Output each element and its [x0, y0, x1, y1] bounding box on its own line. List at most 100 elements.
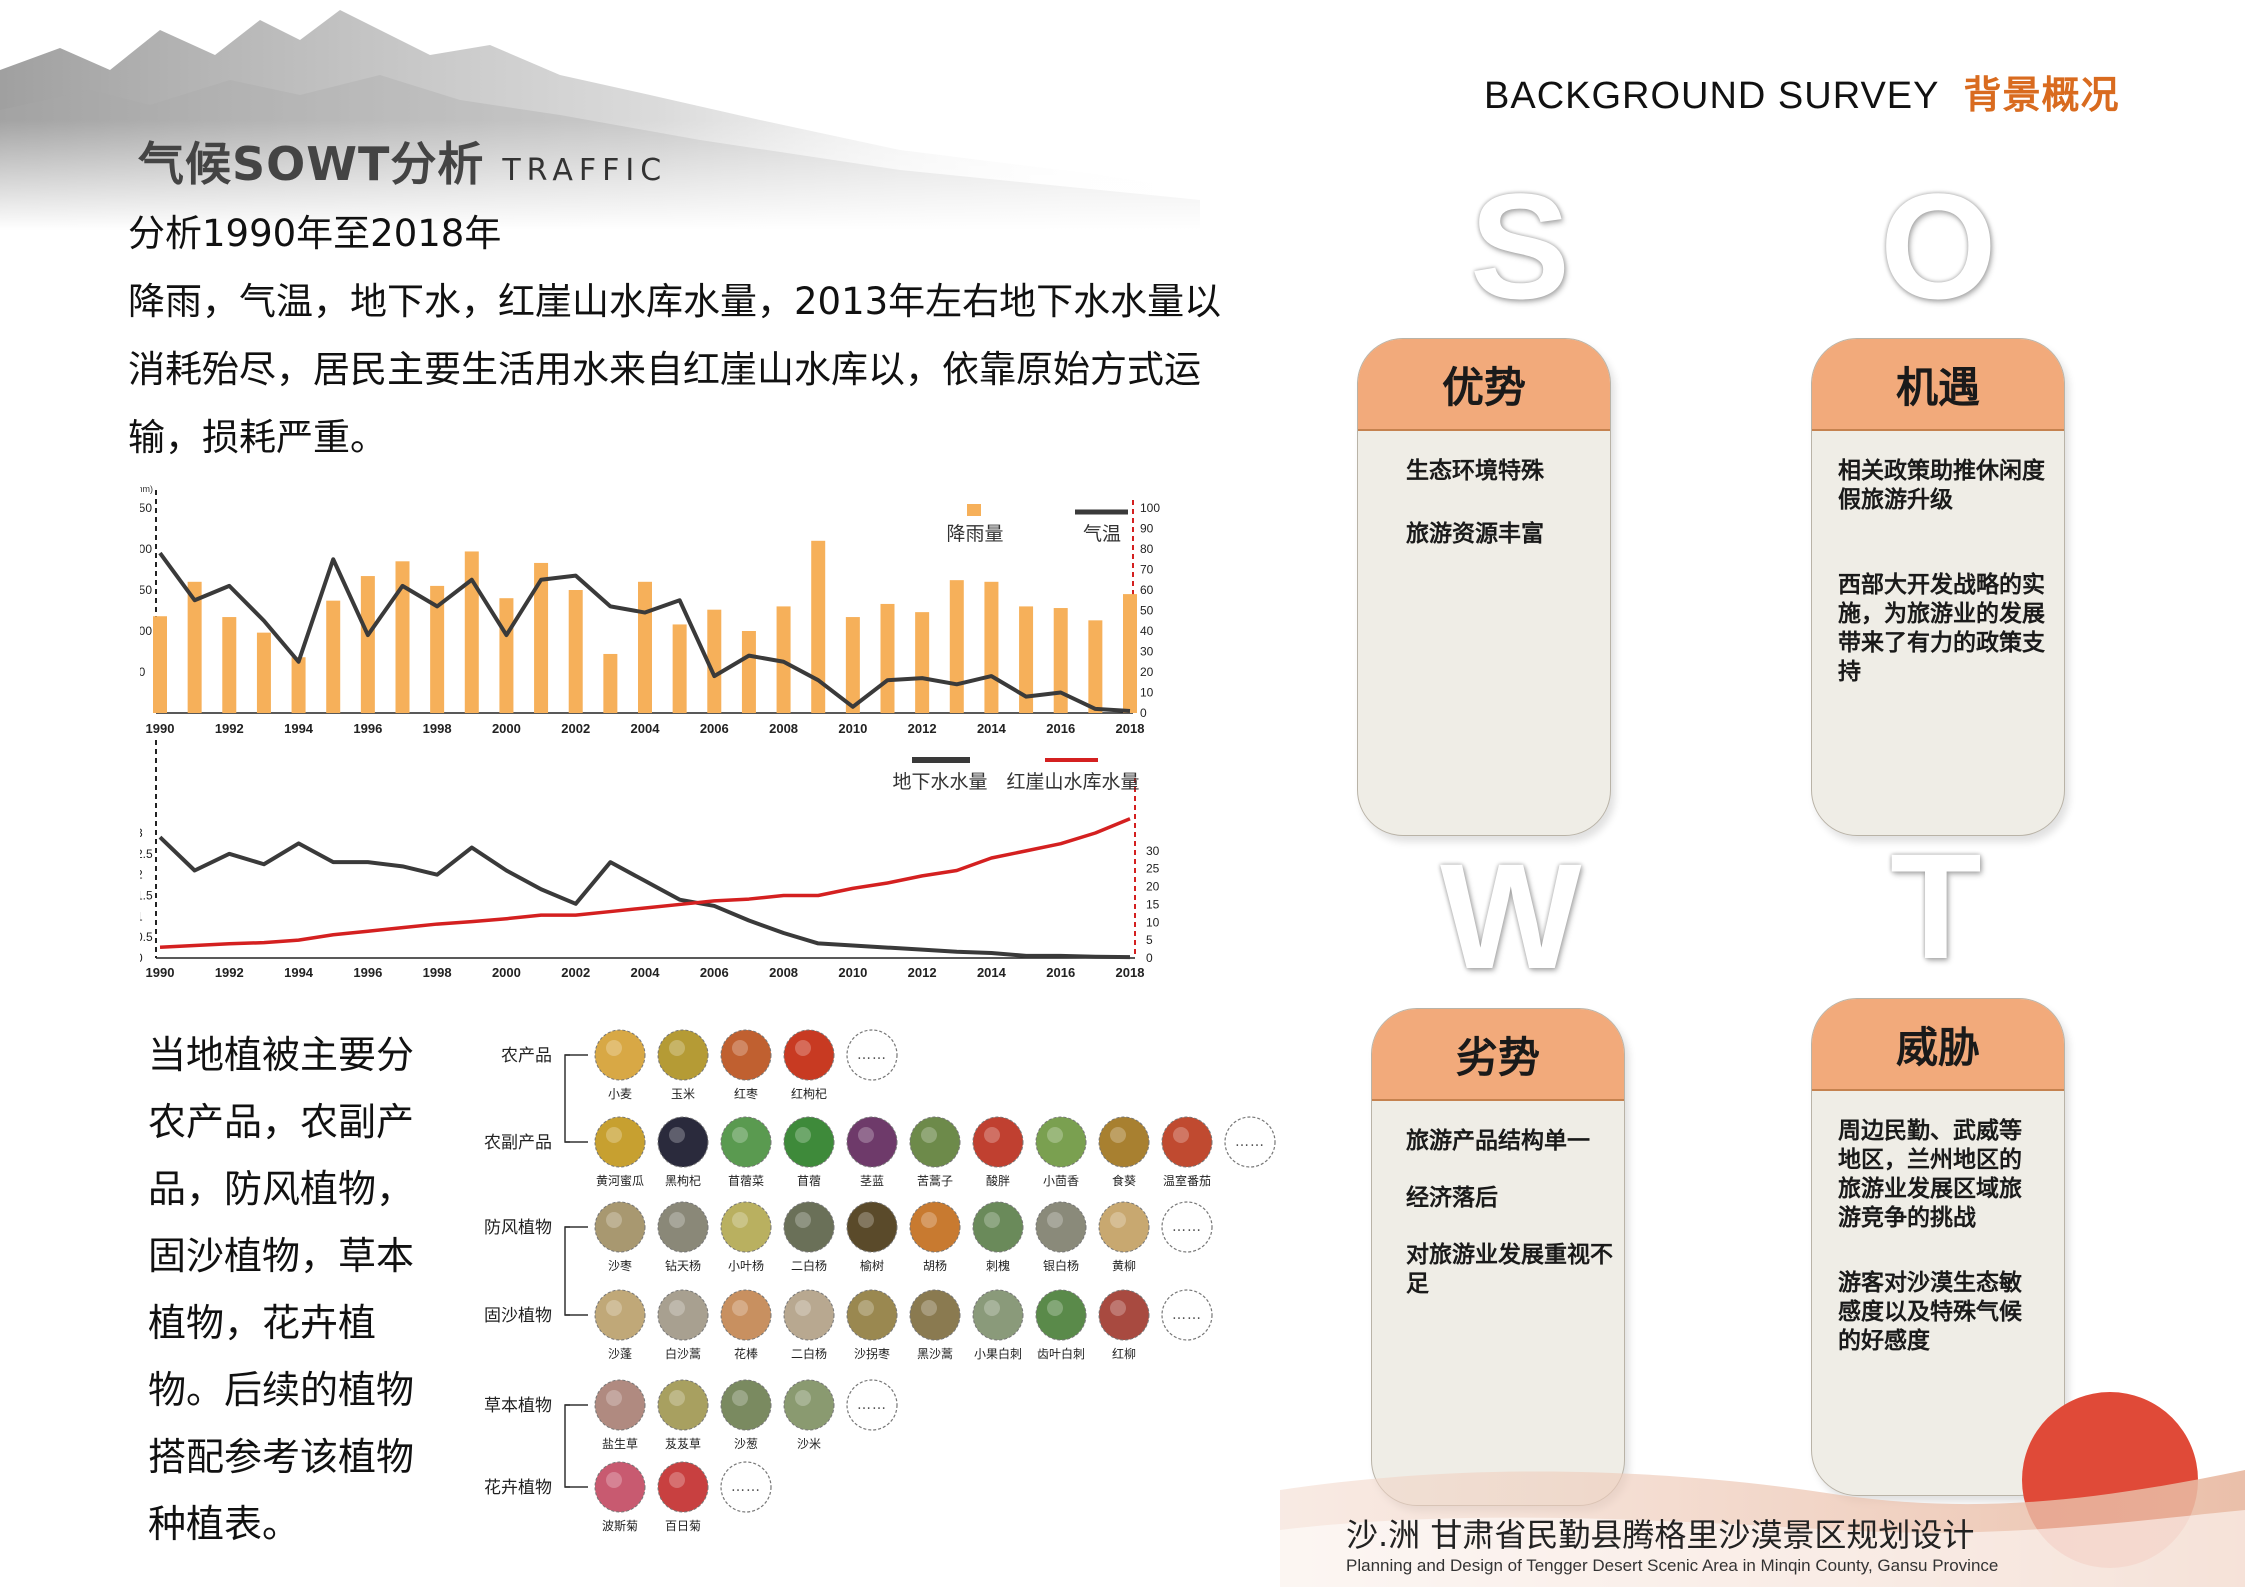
- weakness-item: 经济落后: [1406, 1185, 1498, 1211]
- x-tick-label: 1996: [353, 965, 382, 980]
- plant-photo-highlight: [984, 1127, 1000, 1143]
- y2-tick-label: 20: [1140, 665, 1154, 679]
- intro-line-2: 降雨，气温，地下水，红崖山水库水量，2013年左右地下水水量以消耗殆尽，居民主要…: [128, 280, 1222, 459]
- plant-photo-highlight: [669, 1127, 685, 1143]
- y-tick-label: 200: [140, 542, 152, 556]
- background-survey-en: BACKGROUND SURVEY: [1484, 75, 1940, 117]
- plant-name: 苦蒿子: [917, 1174, 953, 1188]
- plant-name: 酸胖: [986, 1173, 1010, 1188]
- rainfall-bar: [360, 576, 375, 713]
- plant-photo-highlight: [606, 1040, 622, 1056]
- plant-photo: [720, 1201, 772, 1253]
- x-tick-label: 2016: [1046, 721, 1075, 736]
- plant-photo-highlight: [669, 1300, 685, 1316]
- strengths-card: 优势 生态环境特殊 旅游资源丰富: [1357, 338, 1611, 836]
- plant-name: 苜蓿菜: [728, 1174, 764, 1188]
- x-tick-label: 1996: [353, 721, 382, 736]
- plant-photo: [972, 1116, 1024, 1168]
- rainfall-bar: [949, 580, 964, 713]
- plant-photo-highlight: [1047, 1300, 1063, 1316]
- plant-name: 沙米: [797, 1437, 821, 1451]
- plant-photo-highlight: [606, 1127, 622, 1143]
- plant-category-label: 农产品: [501, 1046, 552, 1066]
- rainfall-bar: [880, 603, 895, 713]
- plant-photo: [783, 1289, 835, 1341]
- y2-tick-label: 10: [1140, 686, 1154, 700]
- plant-photo-highlight: [669, 1040, 685, 1056]
- more-plants-ellipsis: ……: [1172, 1219, 1202, 1235]
- y-tick-label: 0.5: [140, 930, 153, 944]
- plant-category-label: 防风植物: [484, 1218, 552, 1238]
- y2-tick-label: 30: [1146, 844, 1160, 858]
- y-tick-label: 250: [140, 501, 152, 515]
- rainfall-bar: [153, 616, 167, 713]
- plant-photo: [846, 1116, 898, 1168]
- plant-name: 钻天杨: [665, 1258, 701, 1273]
- plant-photo: [657, 1379, 709, 1431]
- rainfall-bar: [256, 632, 271, 713]
- section-title: 气候SOWT分析 TRAFFIC: [138, 128, 667, 194]
- legend-rainfall-swatch: [967, 504, 981, 516]
- plant-photo: [720, 1379, 772, 1431]
- plant-name: 花棒: [734, 1346, 758, 1361]
- plant-photo: [1098, 1289, 1150, 1341]
- plant-name: 二白杨: [791, 1258, 827, 1273]
- y2-tick-label: 50: [1140, 604, 1154, 618]
- x-tick-label: 2010: [838, 965, 867, 980]
- plant-photo-highlight: [795, 1040, 811, 1056]
- intro-text: 分析1990年至2018年 降雨，气温，地下水，红崖山水库水量，2013年左右地…: [128, 200, 1228, 472]
- rainfall-bar: [1088, 620, 1103, 713]
- plant-name: 波斯菊: [602, 1519, 638, 1533]
- plant-name: 齿叶白刺: [1037, 1346, 1085, 1361]
- plant-name: 二白杨: [791, 1346, 827, 1361]
- plant-name: 小麦: [608, 1087, 632, 1101]
- plant-photo: [972, 1289, 1024, 1341]
- y2-tick-label: 80: [1140, 542, 1154, 556]
- swot-letter-t: T: [1890, 822, 1982, 990]
- more-plants-ellipsis: ……: [1172, 1307, 1202, 1323]
- plant-photo-highlight: [1110, 1212, 1126, 1228]
- rainfall-bar: [222, 617, 237, 713]
- weakness-item: 对旅游业发展重视不足: [1406, 1242, 1613, 1297]
- category-bracket: [564, 1054, 570, 1143]
- plant-name: 红枸杞: [791, 1086, 827, 1101]
- x-tick-label: 2006: [700, 965, 729, 980]
- rainfall-bar: [464, 551, 479, 713]
- plant-photo-highlight: [606, 1472, 622, 1488]
- plant-photo: [657, 1461, 709, 1513]
- y2-tick-label: 25: [1146, 862, 1160, 876]
- background-survey-header: BACKGROUND SURVEY 背景概况: [1484, 64, 2120, 119]
- rainfall-bar: [603, 653, 618, 713]
- plant-name: 食葵: [1112, 1173, 1136, 1188]
- plant-photo: [909, 1289, 961, 1341]
- plant-photo-highlight: [732, 1300, 748, 1316]
- y-tick-label: 1: [140, 909, 143, 923]
- legend-reservoir-label: 红崖山水库水量: [1006, 771, 1139, 793]
- y-tick-label: 1.5: [140, 889, 153, 903]
- plant-photo: [657, 1201, 709, 1253]
- y2-tick-label: 100: [1140, 501, 1160, 515]
- weaknesses-title: 劣势: [1372, 1009, 1624, 1101]
- x-tick-label: 2004: [631, 965, 661, 980]
- x-tick-label: 1998: [423, 965, 452, 980]
- more-plants-ellipsis: ……: [1235, 1134, 1265, 1150]
- plant-category-label: 草本植物: [484, 1396, 552, 1416]
- plant-photo-highlight: [1173, 1127, 1189, 1143]
- plant-photo-highlight: [732, 1212, 748, 1228]
- intro-line-1: 分析1990年至2018年: [128, 212, 502, 255]
- plant-photo: [846, 1289, 898, 1341]
- plant-name: 小茴香: [1043, 1174, 1079, 1188]
- category-bracket: [564, 1226, 570, 1316]
- footer-title: 沙.洲 甘肃省民勤县腾格里沙漠景区规划设计: [1346, 1516, 1975, 1554]
- plant-photo: [594, 1029, 646, 1081]
- x-tick-label: 1994: [284, 965, 314, 980]
- y-tick-label: 150: [140, 583, 152, 597]
- plant-category-label: 花卉植物: [484, 1478, 552, 1498]
- strengths-title: 优势: [1358, 339, 1610, 431]
- plant-photo: [783, 1116, 835, 1168]
- plant-photo: [783, 1029, 835, 1081]
- plant-name: 黑枸杞: [665, 1173, 701, 1188]
- plant-photo: [657, 1029, 709, 1081]
- rainfall-bar: [915, 612, 930, 713]
- x-tick-label: 2012: [908, 965, 937, 980]
